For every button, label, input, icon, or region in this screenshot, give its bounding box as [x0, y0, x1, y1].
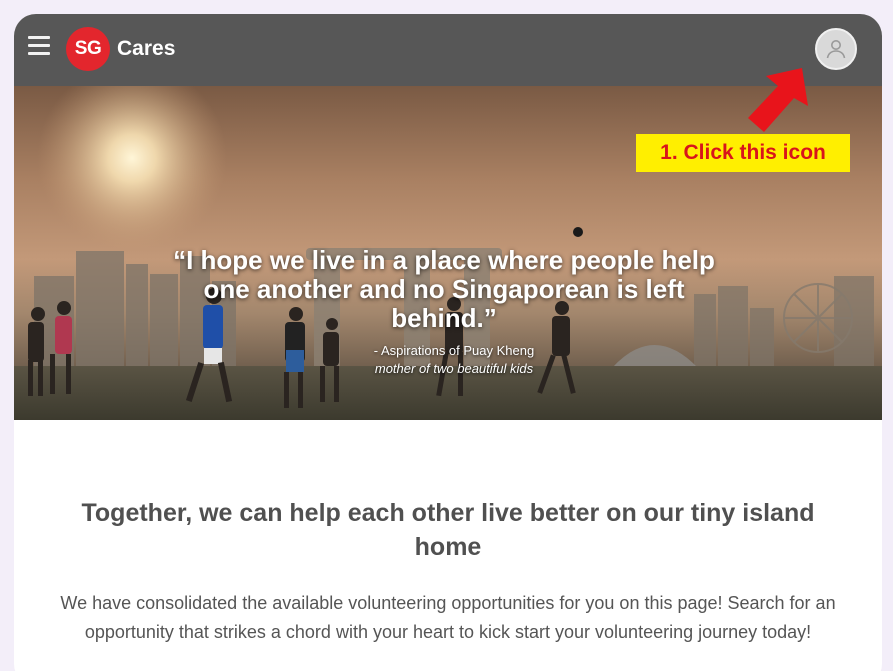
logo-text: Cares [117, 37, 176, 60]
red-arrow-icon [748, 68, 808, 132]
logo-mark: SG [66, 27, 110, 71]
user-profile-icon[interactable] [815, 28, 857, 70]
intro-body: We have consolidated the available volun… [60, 593, 836, 642]
sg-cares-logo[interactable]: SG Cares [66, 27, 175, 71]
instruction-callout: 1. Click this icon [636, 134, 850, 172]
attribution-name: - Aspirations of Puay Kheng [373, 343, 535, 358]
attribution-subtitle: mother of two beautiful kids [374, 361, 534, 376]
hero-quote: “I hope we live in a place where people … [173, 245, 715, 333]
hamburger-menu-icon[interactable] [28, 36, 50, 56]
person-icon [826, 40, 846, 59]
app-frame: SG Cares “I hope we live in a place wher… [14, 14, 882, 671]
intro-headline: Together, we can help each other live be… [81, 499, 815, 561]
quote-attribution: - Aspirations of Puay Kheng mother of tw… [334, 342, 574, 378]
intro-section: Together, we can help each other live be… [14, 420, 882, 647]
